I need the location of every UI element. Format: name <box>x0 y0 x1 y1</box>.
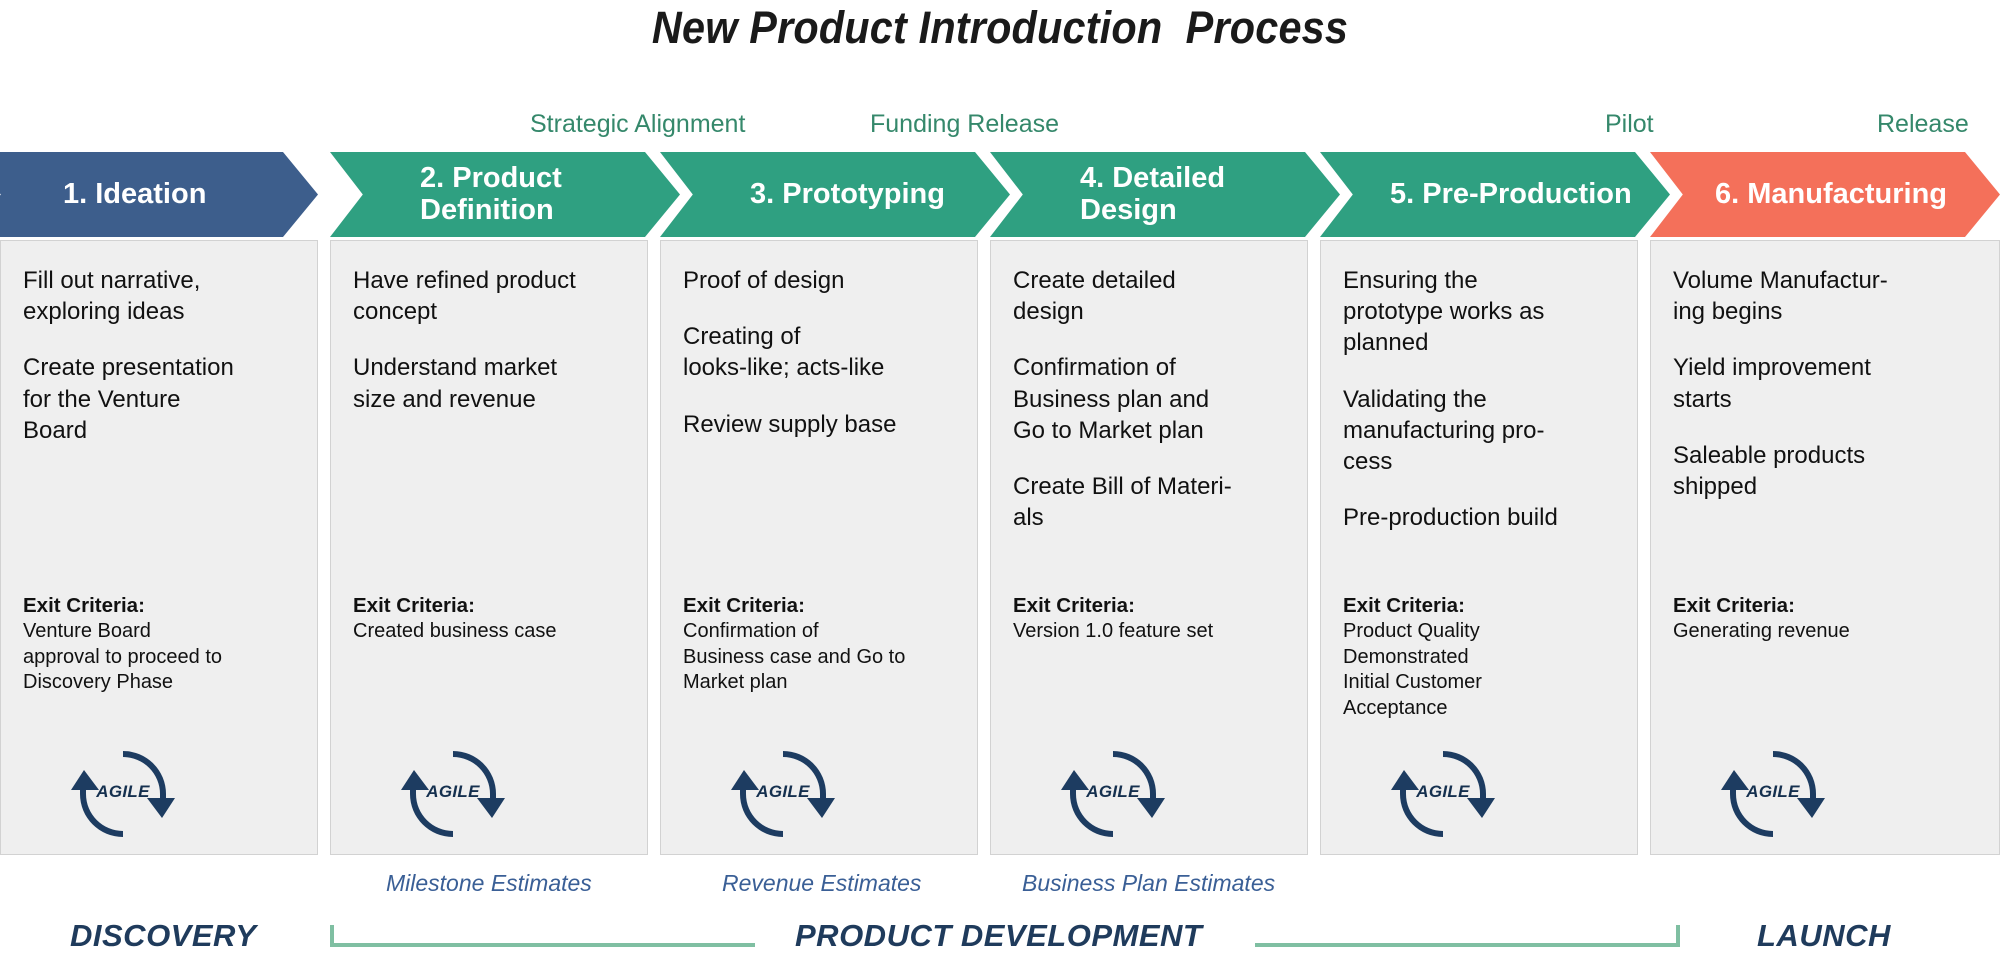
step-panel-pre-production: Ensuring the prototype works as planned … <box>1320 240 1638 855</box>
step-bullets: Proof of design Creating of looks-like; … <box>683 265 965 465</box>
bullet-item: Ensuring the prototype works as planned <box>1343 267 1545 357</box>
bracket-bar <box>330 943 755 947</box>
bullet-item: Create presentation for the Venture Boar… <box>23 354 234 444</box>
bullet-item: Validating the manufacturing pro- cess <box>1343 385 1545 475</box>
step-chevron-manufacturing[interactable]: 6. Manufacturing <box>1650 152 2000 237</box>
phase-label-discovery: DISCOVERY <box>70 918 257 953</box>
exit-criteria-text: Product Quality Demonstrated Initial Cus… <box>1343 620 1482 720</box>
agile-badge: AGILE <box>1061 746 1165 842</box>
exit-criteria-text: Generating revenue <box>1673 620 1850 643</box>
exit-criteria-text: Confirmation of Business case and Go to … <box>683 620 906 694</box>
milestone-label-release: Release <box>1877 110 1969 138</box>
step-bullets: Volume Manufactur- ing begins Yield impr… <box>1673 265 1987 527</box>
step-panel-detailed-design: Create detailed design Confirmation of B… <box>990 240 1308 855</box>
exit-criteria-block: Exit Criteria: Venture Board approval to… <box>23 593 307 696</box>
step-bullets: Create detailed design Confirmation of B… <box>1013 265 1295 558</box>
step-chevron-pre-production[interactable]: 5. Pre-Production <box>1320 152 1670 237</box>
exit-criteria-title: Exit Criteria: <box>1013 594 1135 617</box>
agile-badge: AGILE <box>1391 746 1495 842</box>
agile-badge: AGILE <box>731 746 835 842</box>
step-chevron-ideation[interactable]: 1. Ideation <box>0 152 318 237</box>
milestone-label-pilot: Pilot <box>1605 110 1654 138</box>
step-chevron-prototyping[interactable]: 3. Prototyping <box>660 152 1010 237</box>
bracket-bar <box>1255 943 1680 947</box>
step-panel-manufacturing: Volume Manufactur- ing begins Yield impr… <box>1650 240 2000 855</box>
phase-label-product-development: PRODUCT DEVELOPMENT <box>795 918 1203 953</box>
exit-criteria-text: Created business case <box>353 620 557 643</box>
step-bullets: Have refined product concept Understand … <box>353 265 635 440</box>
step-bullets: Ensuring the prototype works as planned … <box>1343 265 1625 558</box>
estimate-label-milestone: Milestone Estimates <box>386 870 592 896</box>
step-chevron-detailed-design[interactable]: 4. Detailed Design <box>990 152 1340 237</box>
exit-criteria-title: Exit Criteria: <box>353 594 475 617</box>
exit-criteria-block: Exit Criteria: Generating revenue <box>1673 593 1989 645</box>
step-panel-ideation: Fill out narrative, exploring ideas Crea… <box>0 240 318 855</box>
step-chevron-label: 1. Ideation <box>63 177 207 210</box>
step-chevron-label: 2. Product Definition <box>420 162 562 226</box>
exit-criteria-title: Exit Criteria: <box>1673 594 1795 617</box>
phase-label-launch: LAUNCH <box>1757 918 1891 953</box>
bullet-item: Have refined product concept <box>353 267 576 326</box>
exit-criteria-text: Venture Board approval to proceed to Dis… <box>23 620 223 694</box>
bullet-item: Fill out narrative, exploring ideas <box>23 267 201 326</box>
bullet-item: Proof of design <box>683 267 845 294</box>
phase-bracket-right <box>1255 925 1680 947</box>
step-chevron-product-definition[interactable]: 2. Product Definition <box>330 152 680 237</box>
step-chevron-label: 3. Prototyping <box>750 177 945 210</box>
exit-criteria-title: Exit Criteria: <box>1343 594 1465 617</box>
step-chevron-label: 4. Detailed Design <box>1080 162 1226 226</box>
agile-label: AGILE <box>1086 782 1140 801</box>
estimate-label-business-plan: Business Plan Estimates <box>1022 870 1276 896</box>
milestone-label-strategic-alignment: Strategic Alignment <box>530 110 746 138</box>
estimate-label-revenue: Revenue Estimates <box>722 870 922 896</box>
agile-badge: AGILE <box>401 746 505 842</box>
process-step-chevron-band: 1. Ideation 2. Product Definition 3. Pro… <box>0 152 2000 237</box>
bullet-item: Volume Manufactur- ing begins <box>1673 267 1888 326</box>
exit-criteria-title: Exit Criteria: <box>683 594 805 617</box>
bullet-item: Saleable products shipped <box>1673 441 1866 500</box>
phase-bracket-left <box>330 925 755 947</box>
agile-label: AGILE <box>1746 782 1800 801</box>
exit-criteria-block: Exit Criteria: Product Quality Demonstra… <box>1343 593 1627 722</box>
bracket-tick-icon <box>1676 925 1680 947</box>
exit-criteria-block: Exit Criteria: Version 1.0 feature set <box>1013 593 1297 645</box>
exit-criteria-text: Version 1.0 feature set <box>1013 620 1214 643</box>
bullet-item: Creating of looks-like; acts-like <box>683 323 885 382</box>
agile-label: AGILE <box>756 782 810 801</box>
bullet-item: Pre-production build <box>1343 504 1558 532</box>
step-panel-prototyping: Proof of design Creating of looks-like; … <box>660 240 978 855</box>
exit-criteria-title: Exit Criteria: <box>23 594 145 617</box>
exit-criteria-block: Exit Criteria: Confirmation of Business … <box>683 593 967 696</box>
bullet-item: Yield improvement starts <box>1673 354 1871 413</box>
milestone-label-funding-release: Funding Release <box>870 110 1060 138</box>
agile-label: AGILE <box>1416 782 1470 801</box>
exit-criteria-block: Exit Criteria: Created business case <box>353 593 637 645</box>
step-chevron-label: 5. Pre-Production <box>1390 177 1632 210</box>
agile-label: AGILE <box>426 782 480 801</box>
bullet-item: Confirmation of Business plan and Go to … <box>1013 354 1210 444</box>
step-panel-product-definition: Have refined product concept Understand … <box>330 240 648 855</box>
bullet-item: Create detailed design <box>1013 267 1176 326</box>
agile-badge: AGILE <box>71 746 175 842</box>
step-bullets: Fill out narrative, exploring ideas Crea… <box>23 265 305 471</box>
bullet-item: Create Bill of Materi- als <box>1013 472 1232 532</box>
bullet-item: Understand market size and revenue <box>353 354 558 413</box>
bullet-item: Review supply base <box>683 410 897 438</box>
agile-label: AGILE <box>96 782 150 801</box>
step-chevron-label: 6. Manufacturing <box>1715 177 1948 210</box>
agile-badge: AGILE <box>1721 746 1825 842</box>
page-title: New Product Introduction Process <box>651 2 1349 53</box>
